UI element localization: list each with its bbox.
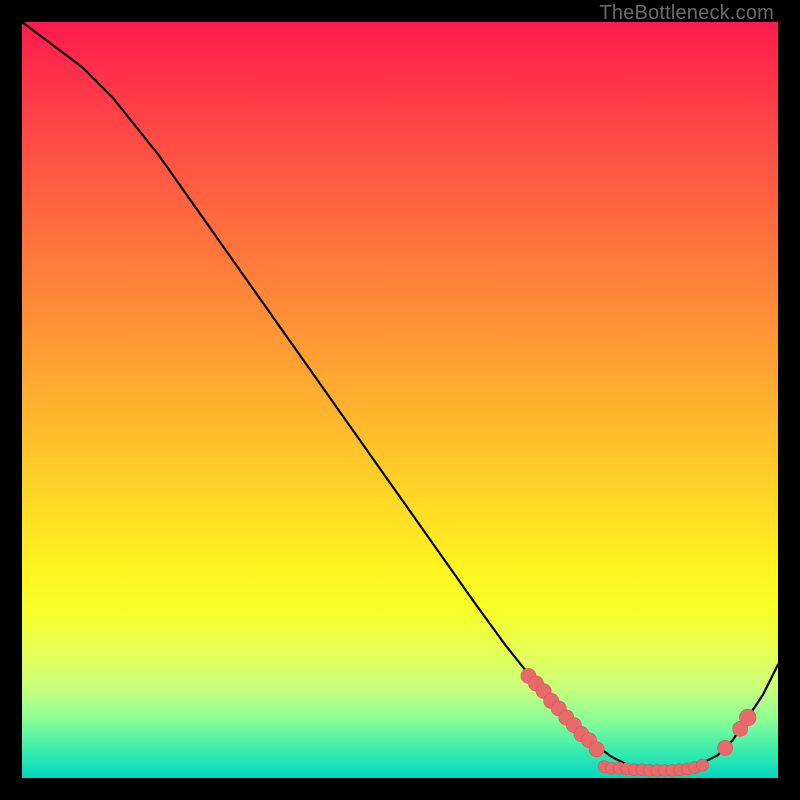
chart-curve (22, 22, 778, 770)
chart-svg-layer (22, 22, 778, 778)
chart-marker (739, 709, 756, 726)
chart-marker (718, 740, 733, 755)
chart-marker (696, 759, 708, 771)
chart-markers (521, 668, 756, 776)
chart-marker (589, 742, 604, 757)
chart-frame: TheBottleneck.com (0, 0, 800, 800)
attribution-label: TheBottleneck.com (599, 2, 774, 25)
